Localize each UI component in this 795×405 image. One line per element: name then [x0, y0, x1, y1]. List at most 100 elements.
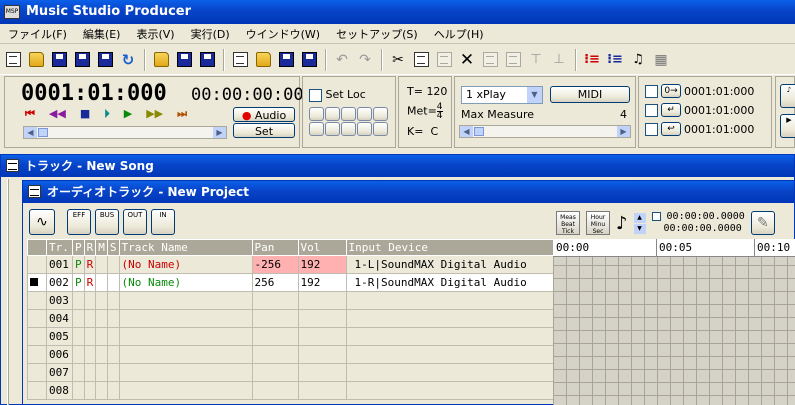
column-header-s[interactable]: S — [106, 239, 120, 256]
max-measure-scrollbar[interactable]: ◀ ▶ — [459, 125, 631, 138]
goto-locator-icon[interactable]: 0→ — [661, 84, 681, 98]
table-row[interactable]: 006 — [27, 345, 555, 364]
score-view-icon[interactable]: ♪ — [780, 84, 795, 108]
row-marker[interactable] — [27, 255, 47, 274]
app-title-bar[interactable]: MSP Music Studio Producer — [0, 0, 795, 24]
new-song-button[interactable] — [2, 49, 24, 71]
out-button[interactable]: OUT — [123, 209, 147, 235]
track-name[interactable]: (No Name) — [118, 255, 253, 274]
eff-button[interactable]: EFF — [67, 209, 91, 235]
stop-icon[interactable]: ■ — [80, 107, 90, 121]
row-marker[interactable] — [27, 291, 47, 310]
menu-help[interactable]: ヘルプ(H) — [426, 26, 492, 42]
column-header-r[interactable]: R — [83, 239, 97, 256]
locator-row[interactable]: ↵ 0001:01:000 — [645, 103, 754, 117]
rewind-icon[interactable]: ◀◀ — [49, 107, 66, 121]
open-project-button[interactable] — [150, 49, 172, 71]
spin-up-icon[interactable]: ▲ — [633, 212, 646, 223]
save-as-button[interactable] — [71, 49, 93, 71]
row-marker[interactable] — [27, 363, 47, 382]
loc-slot-button[interactable] — [357, 107, 372, 121]
menu-view[interactable]: 表示(V) — [128, 26, 182, 42]
audio-record-button[interactable]: ● Audio — [233, 107, 295, 122]
scroll-thumb[interactable] — [38, 128, 48, 137]
save-project-button[interactable] — [173, 49, 195, 71]
event-list2-button[interactable]: ⁝≡ — [604, 49, 626, 71]
scroll-left-icon[interactable]: ◀ — [460, 126, 473, 137]
bus-button[interactable]: BUS — [95, 209, 119, 235]
play-flag[interactable]: P — [72, 255, 85, 274]
menu-window[interactable]: ウインドウ(W) — [238, 26, 328, 42]
open-file-button[interactable] — [252, 49, 274, 71]
locator-row[interactable]: 0→ 0001:01:000 — [645, 84, 754, 98]
paste-button[interactable] — [433, 49, 455, 71]
save-project-as-button[interactable] — [196, 49, 218, 71]
pencil-tool-icon[interactable]: ✎ — [750, 211, 775, 235]
table-row[interactable]: 002 P R (No Name) 256 192 1-R|SoundMAX D… — [27, 273, 555, 292]
forward-to-end-icon[interactable]: ⏭ — [177, 107, 187, 121]
time-checkbox[interactable] — [651, 211, 661, 221]
row-marker[interactable] — [27, 309, 47, 328]
position-scrollbar[interactable]: ◀ ▶ — [23, 126, 227, 139]
grid-button[interactable]: ▦ — [650, 49, 672, 71]
row-marker[interactable] — [27, 327, 47, 346]
fast-forward-icon[interactable]: ▶▶ — [146, 107, 163, 121]
timeline-grid[interactable] — [553, 239, 795, 405]
loc-slot-button[interactable] — [309, 122, 324, 136]
menu-edit[interactable]: 編集(E) — [75, 26, 129, 42]
column-header-vol[interactable]: Vol — [297, 239, 347, 256]
insert-blank-button[interactable]: ⊤ — [525, 49, 547, 71]
preview-icon[interactable]: ▶ — [780, 114, 795, 138]
column-header-pan[interactable]: Pan — [251, 239, 299, 256]
loc-slot-button[interactable] — [341, 107, 356, 121]
loc-slot-button[interactable] — [373, 122, 388, 136]
column-header-input-device[interactable]: Input Device — [345, 239, 555, 256]
pan-value[interactable]: 256 — [251, 273, 299, 292]
locator-checkbox[interactable] — [645, 103, 658, 117]
locator-checkbox[interactable] — [645, 122, 658, 136]
save-song-button[interactable] — [48, 49, 70, 71]
tempo-row[interactable]: T= 120 — [407, 85, 447, 98]
cut-button[interactable]: ✂ — [387, 49, 409, 71]
save-file-button[interactable] — [275, 49, 297, 71]
play-speed-select[interactable]: 1 xPlay ▼ — [461, 86, 543, 104]
vol-value[interactable]: 192 — [297, 273, 347, 292]
save-all-button[interactable] — [94, 49, 116, 71]
position-display[interactable]: 0001:01:000 — [21, 81, 167, 106]
record-flag[interactable]: R — [83, 273, 97, 292]
table-row[interactable]: 004 — [27, 309, 555, 328]
delete-blank-button[interactable]: ⊥ — [548, 49, 570, 71]
column-header-track-name[interactable]: Track Name — [118, 239, 253, 256]
midi-button[interactable]: MIDI — [550, 86, 630, 103]
event-list-button[interactable]: ⁝≡ — [581, 49, 603, 71]
loop-start-icon[interactable]: ↵ — [661, 103, 681, 117]
column-header-track[interactable]: Tr. — [46, 239, 73, 256]
new-file-button[interactable] — [229, 49, 251, 71]
meas-beat-tick-button[interactable]: Meas Beat Tick — [556, 211, 580, 235]
dropdown-arrow-icon[interactable]: ▼ — [527, 87, 542, 103]
set-loc-checkbox[interactable] — [309, 88, 322, 102]
scroll-right-icon[interactable]: ▶ — [617, 126, 630, 137]
table-row[interactable]: 008 — [27, 381, 555, 400]
solo-flag[interactable] — [106, 273, 120, 292]
record-flag[interactable]: R — [83, 255, 97, 274]
loc-slot-button[interactable] — [357, 122, 372, 136]
row-marker[interactable] — [27, 345, 47, 364]
menu-run[interactable]: 実行(D) — [183, 26, 238, 42]
step-play-icon[interactable]: ⏵ — [104, 107, 110, 121]
play-flag[interactable]: P — [72, 273, 85, 292]
spin-control[interactable]: ▲ ▼ — [633, 212, 646, 234]
track-window-title-bar[interactable]: トラック - New Song — [1, 155, 794, 177]
table-row[interactable]: 005 — [27, 327, 555, 346]
rewind-to-start-icon[interactable]: ⏮ — [25, 107, 35, 121]
paste-mix-button[interactable] — [502, 49, 524, 71]
save-file-as-button[interactable] — [298, 49, 320, 71]
app-icon[interactable]: MSP — [4, 5, 20, 19]
table-row[interactable]: 007 — [27, 363, 555, 382]
table-row[interactable]: 003 — [27, 291, 555, 310]
row-marker[interactable] — [27, 273, 47, 292]
loop-end-icon[interactable]: ↩ — [661, 122, 681, 136]
set-loc-row[interactable]: Set Loc — [309, 88, 366, 102]
loc-slot-button[interactable] — [341, 122, 356, 136]
locator-checkbox[interactable] — [645, 84, 658, 98]
